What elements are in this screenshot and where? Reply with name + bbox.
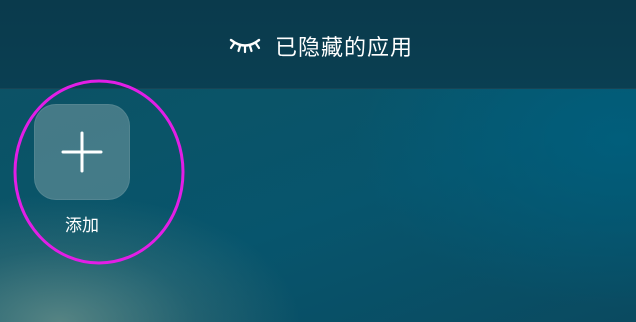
add-app-button[interactable] bbox=[34, 104, 130, 200]
page-title: 已隐藏的应用 bbox=[274, 36, 413, 61]
closed-eye-icon bbox=[229, 38, 261, 54]
plus-icon bbox=[61, 131, 103, 173]
header: 已隐藏的应用 bbox=[0, 0, 636, 92]
add-app-label: 添加 bbox=[65, 216, 99, 236]
hidden-apps-screen: 已隐藏的应用 添加 bbox=[0, 0, 636, 322]
